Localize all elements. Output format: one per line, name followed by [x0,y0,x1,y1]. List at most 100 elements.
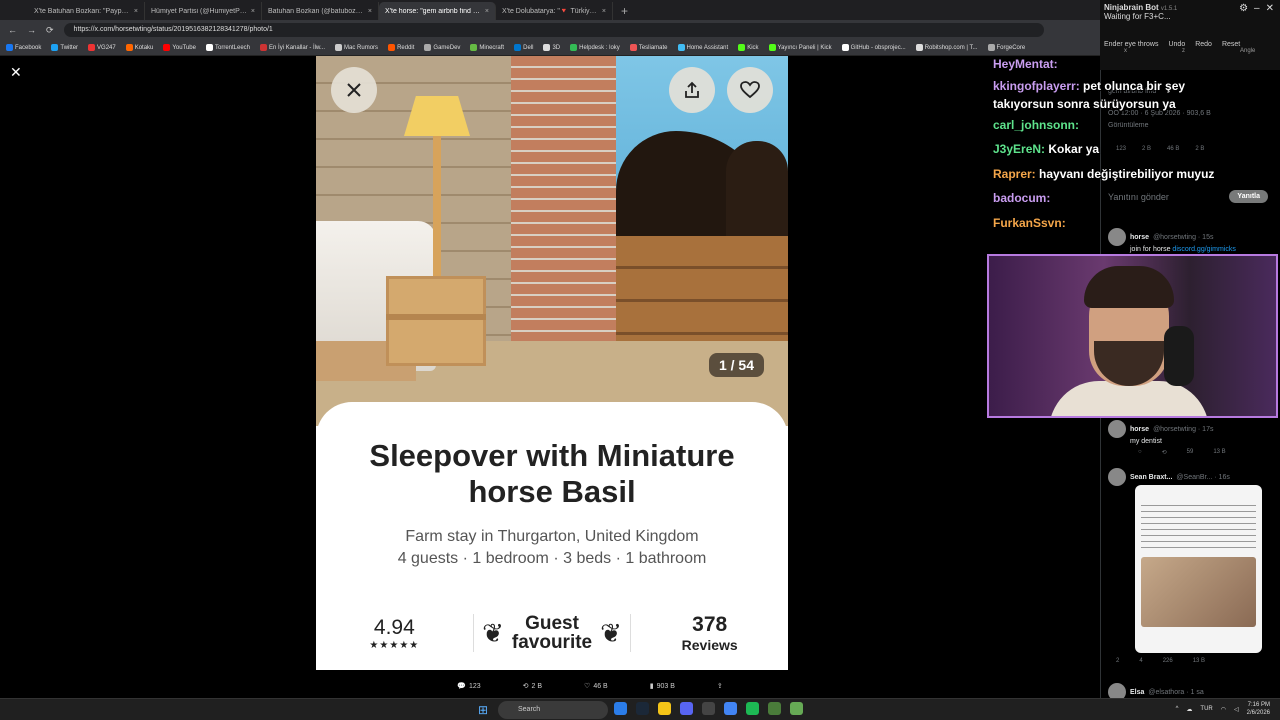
close-icon[interactable]: × [368,8,372,15]
views-action[interactable]: ▮ 903 B [650,682,675,691]
clock[interactable]: 7:16 PM 2/6/2026 [1247,701,1270,717]
background-content [790,96,970,121]
tweet-action-bar: 💬 123 ⟲ 2 B ♡ 46 B ▮ 903 B ⇪ [0,674,1100,698]
reviews-count: 378 [692,613,728,636]
volume-icon[interactable]: ◁ [1234,706,1239,713]
repost-action[interactable]: ⟲ 2 B [523,682,542,691]
close-button[interactable] [331,67,377,113]
browser-tab[interactable]: Hümiyet Partisi (@HumiyetPartisi) × [145,2,262,20]
bookmark-item[interactable]: En İyi Kanallar - İlw... [260,44,325,51]
back-icon[interactable]: ← [8,25,17,35]
bookmark-item[interactable]: 3D [543,44,560,51]
bookmark-item[interactable]: Facebook [6,44,41,51]
files-icon[interactable] [658,702,671,715]
reviews-block[interactable]: 378 Reviews [631,613,788,653]
taskbar: ⊞ Search ^ ☁ TUR ◠ ◁ 7:16 PM 2/6/2026 [0,698,1280,720]
tab-bar: X'te Batuhan Bozkan: "Paypal, App× Hümiy… [0,0,1100,20]
bookmark-item[interactable]: ForgeCore [987,44,1025,51]
webcam-overlay [987,254,1278,418]
url-field[interactable]: https://x.com/horsetwting/status/2019516… [63,23,1044,37]
listing-title: Sleepover with Miniature horse Basil [369,438,735,509]
bookmark-item[interactable]: Kick [738,44,759,51]
bookmark-item[interactable]: Reddit [388,44,414,51]
close-icon[interactable]: ✕ [1266,3,1274,14]
like-count[interactable]: 226 [1163,658,1173,664]
redo-button[interactable]: Redo [1195,41,1212,48]
reply-icon[interactable]: ○ [1138,449,1142,456]
close-icon[interactable]: × [134,8,138,15]
bookmark-item[interactable]: Minecraft [470,44,504,51]
bookmark-item[interactable]: GitHub - obsprojec... [841,44,906,51]
laurel-right-icon: ❦ [600,617,622,648]
like-action[interactable]: ♡ 46 B [584,682,608,691]
browser-tab[interactable]: Batuhan Bozkan (@batubozkan) / × [262,2,379,20]
cloud-icon[interactable]: ☁ [1186,706,1192,713]
steam-icon[interactable] [636,702,649,715]
reset-button[interactable]: Reset [1222,41,1240,48]
like-count[interactable]: 59 [1187,449,1194,456]
browser-tab[interactable]: X'te Dolubatarya: "🔻 Türkiye'de ı × [496,2,613,20]
minimize-icon[interactable]: – [1254,3,1260,14]
guest-fav-line1: Guest [525,613,579,634]
views-count[interactable]: 13 B [1193,658,1205,664]
new-tab-button[interactable]: + [613,2,636,20]
bookmark-item[interactable]: Tesliamate [629,44,668,51]
bookmark-item[interactable]: Home Assistant [677,44,728,51]
bookmark-favicon-icon [677,44,685,51]
windows-start-icon[interactable]: ⊞ [478,703,488,717]
favorite-button[interactable] [727,67,773,113]
bookmark-item[interactable]: GameDev [424,44,460,51]
chrome-icon[interactable] [724,702,737,715]
listing-stats: 4.94 ★★★★★ ❦ Guest favourite ❦ 378 Review… [316,608,788,658]
undo-button[interactable]: Undo [1168,41,1185,48]
stream-chat: HeyMentat: kkingofplayerr: pet olunca bir… [993,52,1243,235]
tweet-item[interactable]: horse @horsetwting · 17s my dentist ○ ⟲ 5… [1108,420,1226,456]
language-indicator[interactable]: TUR [1200,706,1212,712]
listing-details: 4 guests · 1 bedroom · 3 beds · 1 bathro… [397,550,707,567]
reply-count[interactable]: 2 [1116,658,1119,664]
browser-tab[interactable]: X'te Batuhan Bozkan: "Paypal, App× [28,2,145,20]
close-viewer-icon[interactable]: ✕ [10,64,22,81]
bookmark-item[interactable]: Twitter [51,44,78,51]
views-count[interactable]: 13 B [1213,449,1225,456]
chevron-up-icon[interactable]: ^ [1176,706,1179,712]
close-icon[interactable]: × [485,8,489,15]
reply-action[interactable]: 💬 123 [457,682,480,691]
bookmark-item[interactable]: YouTube [163,44,196,51]
browser-tab-active[interactable]: X'te horse: "gem airbnb find https: × [379,2,496,20]
close-icon[interactable]: × [602,8,606,15]
share-action[interactable]: ⇪ [717,682,723,690]
app-icon[interactable] [790,702,803,715]
repost-icon[interactable]: ⟲ [1162,449,1167,456]
discord-icon[interactable] [680,702,693,715]
bookmark-favicon-icon [260,44,268,51]
settings-icon[interactable]: ⚙ [1239,3,1248,14]
spotify-icon[interactable] [746,702,759,715]
share-button[interactable] [669,67,715,113]
bookmark-item[interactable]: Dell [514,44,533,51]
bookmark-item[interactable]: Kotaku [125,44,153,51]
bookmark-item[interactable]: TorrentLeech [205,44,250,51]
bookmark-favicon-icon [915,44,923,51]
bookmark-item[interactable]: Yayıncı Paneli | Kick [768,44,832,51]
bookmark-item[interactable]: VG247 [88,44,116,51]
bookmark-item[interactable]: Helpdesk : loky [570,44,620,51]
bookmark-item[interactable]: Robitshop.com | T... [915,44,978,51]
bookmark-favicon-icon [768,44,776,51]
obs-icon[interactable] [702,702,715,715]
forward-icon[interactable]: → [27,25,36,35]
reload-icon[interactable]: ⟳ [46,25,54,36]
heart-icon [740,81,760,99]
tweet-item[interactable]: Sean Braxt... @SeanBr... · 16s [1108,468,1230,486]
taskbar-search[interactable]: Search [498,701,608,719]
bookmark-item[interactable]: Mac Rumors [335,44,378,51]
wifi-icon[interactable]: ◠ [1221,706,1226,713]
repost-count[interactable]: 4 [1139,658,1142,664]
tweet-actions: 2 4 226 13 B [1108,658,1205,664]
close-icon[interactable]: × [251,8,255,15]
chat-message: J3yErеN: Kokar ya [993,137,1243,162]
edge-icon[interactable] [614,702,627,715]
minecraft-icon[interactable] [768,702,781,715]
tweet-image[interactable] [1135,485,1262,653]
guest-favourite-badge: ❦ Guest favourite ❦ [474,614,631,652]
